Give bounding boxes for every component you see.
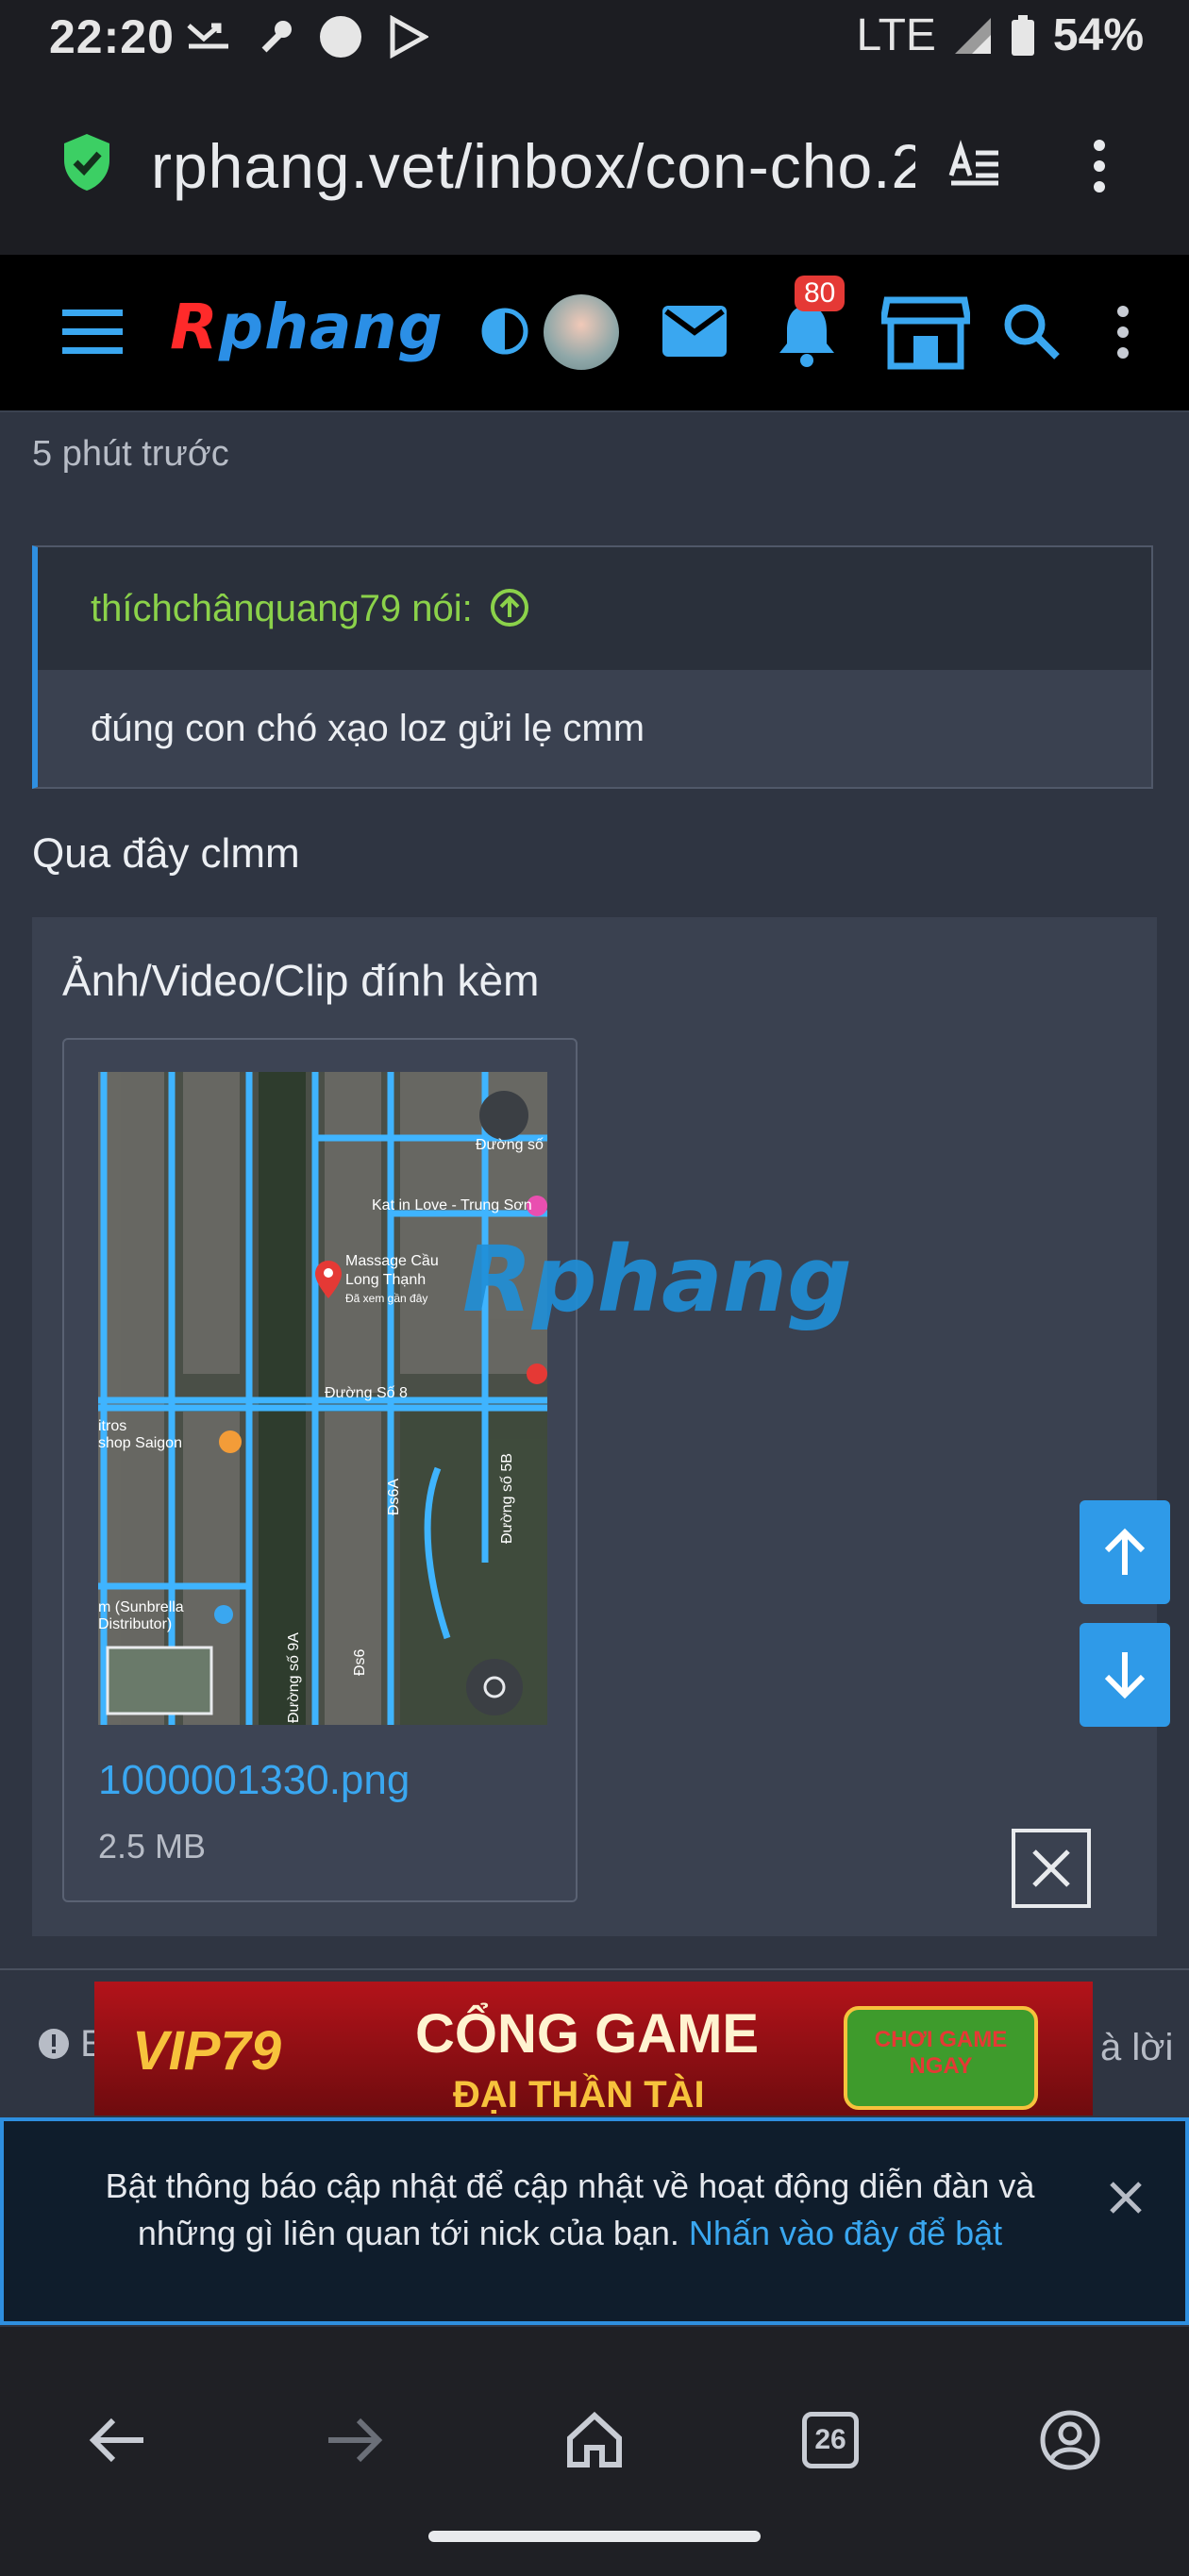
map-label-9: m (Sunbrella (98, 1599, 184, 1615)
back-button[interactable] (70, 2393, 164, 2487)
logo-text: phang (218, 291, 444, 363)
divider (0, 1968, 1189, 1970)
network-label: LTE (856, 10, 936, 60)
reader-mode-icon[interactable] (946, 138, 1002, 194)
theme-toggle-icon[interactable] (481, 308, 528, 355)
ad-brand: VIP79 (132, 2020, 281, 2082)
quote-block: thíchchânquang79 nói: đúng con chó xạo l… (32, 545, 1153, 789)
map-label-10: Distributor) (98, 1616, 172, 1632)
store-icon[interactable] (881, 294, 970, 370)
circle-icon (320, 16, 361, 58)
arrow-down-icon (1104, 1652, 1146, 1699)
more-vert-icon[interactable] (1085, 138, 1114, 194)
map-label-2: Kat in Love - Trung Sơn (372, 1197, 532, 1213)
tabs-button[interactable]: 26 (783, 2393, 878, 2487)
arrow-up-icon (1104, 1528, 1146, 1575)
tab-count: 26 (802, 2412, 859, 2468)
missed-call-icon (187, 23, 228, 49)
post-timestamp: 5 phút trước (32, 434, 229, 474)
watermark: Rphang (462, 1227, 852, 1332)
bell-icon[interactable] (776, 302, 838, 368)
quote-text: đúng con chó xạo loz gửi lẹ cmm (91, 708, 645, 749)
ad-cta-line2: NGAY (909, 2053, 973, 2079)
attachment-thumbnail[interactable]: Đường số 6B Kat in Love - Trung Sơn Mass… (98, 1072, 547, 1725)
reply-notice-right: à lời (1100, 2027, 1174, 2068)
map-label-12: Đường số 5B (499, 1453, 515, 1544)
map-label-11: Đường số 9A (286, 1632, 302, 1723)
mail-icon[interactable] (661, 304, 728, 359)
attachments-box: Ảnh/Video/Clip đính kèm Đường số Kat in … (32, 917, 1157, 1936)
arrow-right-icon (328, 2417, 383, 2463)
notification-badge: 80 (795, 276, 846, 311)
avatar[interactable] (544, 294, 619, 370)
attachment-filename[interactable]: 1000001330.png (98, 1757, 410, 1804)
attachment-filesize: 2.5 MB (98, 1827, 207, 1865)
scroll-top-button[interactable] (1080, 1500, 1170, 1604)
signal-icon (954, 17, 991, 54)
ad-subline: ĐẠI THẦN TÀI (453, 2074, 705, 2116)
alert-icon (39, 2029, 69, 2059)
search-icon[interactable] (1002, 302, 1061, 360)
logo-letter: R (170, 291, 219, 363)
map-label-5: Đã xem gần đây (345, 1292, 427, 1305)
battery-icon (1011, 14, 1034, 56)
status-bar: 22:20 LTE 54% (0, 0, 1189, 75)
attachment-card[interactable]: Đường số 6B Kat in Love - Trung Sơn Mass… (62, 1038, 578, 1902)
arrow-left-icon (89, 2417, 143, 2463)
menu-icon[interactable] (62, 308, 123, 357)
map-label-7: itros (98, 1418, 126, 1434)
forward-button[interactable] (308, 2393, 402, 2487)
wrench-icon (261, 21, 292, 53)
notification-banner: Bật thông báo cập nhật để cập nhật về ho… (0, 2117, 1189, 2325)
ad-cta[interactable]: CHƠI GAME NGAY (844, 2006, 1038, 2110)
status-icons (185, 13, 428, 60)
site-logo[interactable]: Rphang (170, 291, 444, 363)
close-icon (1032, 1849, 1070, 1887)
post-message: Qua đây clmm (32, 830, 300, 877)
ad-banner[interactable]: VIP79 CỔNG GAME ĐẠI THẦN TÀI CHƠI GAME N… (94, 1982, 1093, 2116)
account-button[interactable] (1023, 2393, 1117, 2487)
address-bar[interactable]: rphang.vet/inbox/con-cho.2 (151, 130, 915, 206)
home-button[interactable] (547, 2393, 642, 2487)
map-label-13: Đs6A (386, 1479, 402, 1515)
attachments-title: Ảnh/Video/Clip đính kèm (62, 956, 540, 1005)
battery-level: 54% (1052, 10, 1144, 60)
map-image: Đường số 6B Kat in Love - Trung Sơn Mass… (98, 1072, 547, 1725)
more-vert-icon[interactable] (1110, 304, 1136, 360)
ad-cta-line1: CHƠI GAME (874, 2027, 1008, 2052)
arrow-up-circle-icon[interactable] (489, 587, 530, 628)
map-label-1: Đường số 6B (476, 1137, 547, 1153)
map-label-14: Đs6 (352, 1648, 368, 1676)
account-icon (1040, 2410, 1100, 2470)
site-header: Rphang 80 (0, 255, 1189, 412)
close-ad-button[interactable] (1012, 1829, 1091, 1908)
map-label-4: Long Thạnh (345, 1272, 426, 1288)
map-label-8: shop Saigon (98, 1435, 182, 1451)
notification-text-wrap: Bật thông báo cập nhật để cập nhật về ho… (79, 2163, 1061, 2257)
quote-author-text: thíchchânquang79 nói: (91, 588, 473, 629)
map-label-3: Massage Cầu (345, 1253, 439, 1269)
status-right: LTE 54% (856, 9, 1144, 61)
enable-notification-link[interactable]: Nhấn vào đây để bật (689, 2214, 1002, 2252)
home-icon (567, 2411, 622, 2467)
ad-headline: CỔNG GAME (415, 2003, 760, 2065)
close-icon[interactable] (1108, 2180, 1144, 2216)
quote-author[interactable]: thíchchânquang79 nói: (91, 587, 530, 630)
gesture-bar[interactable] (428, 2531, 761, 2542)
scroll-bottom-button[interactable] (1080, 1623, 1170, 1727)
status-time: 22:20 (49, 10, 175, 63)
map-label-6: Đường Số 8 (325, 1385, 408, 1401)
browser-toolbar: rphang.vet/inbox/con-cho.2 (0, 75, 1189, 255)
shield-check-icon[interactable] (60, 132, 113, 192)
play-store-icon (390, 15, 428, 59)
